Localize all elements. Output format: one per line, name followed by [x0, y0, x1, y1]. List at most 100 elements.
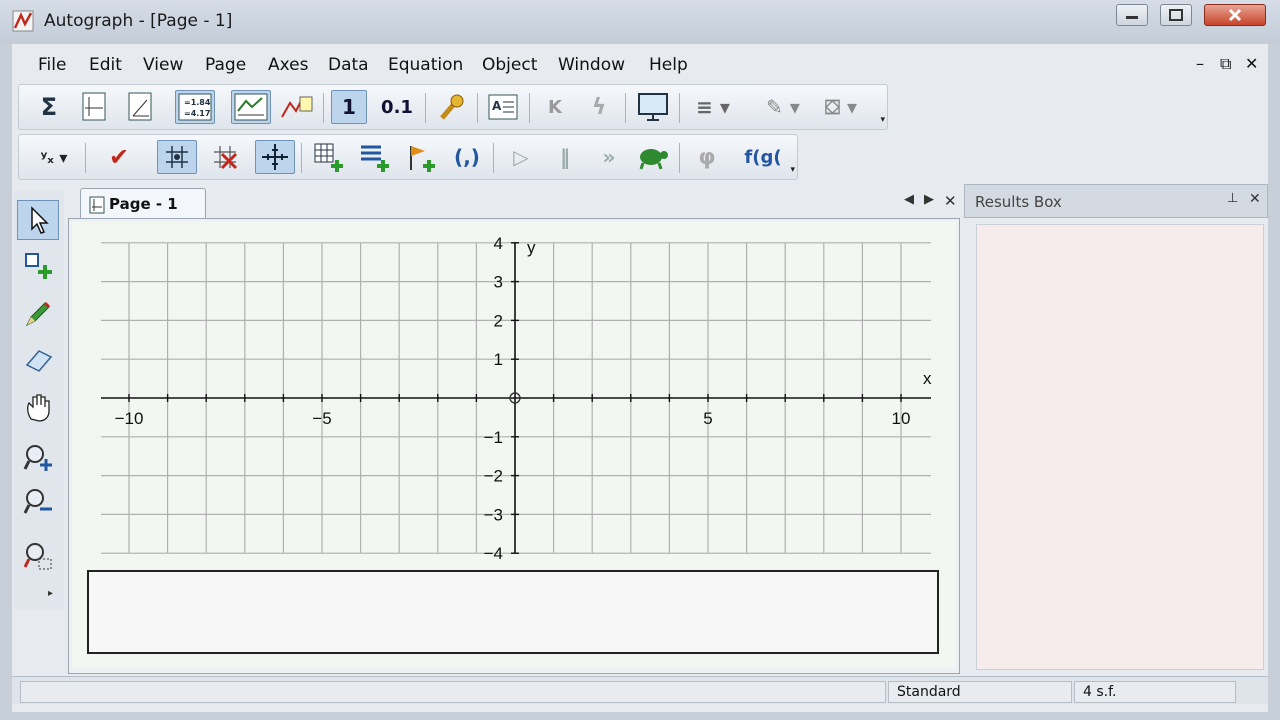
zoom-out-icon	[23, 489, 52, 514]
menu-window[interactable]: Window	[558, 55, 625, 75]
axes-grid-button[interactable]	[255, 140, 295, 174]
client-area: File Edit View Page Axes Data Equation O…	[12, 44, 1268, 712]
maximize-button[interactable]	[1160, 4, 1192, 26]
turtle-button[interactable]	[635, 140, 671, 174]
y-tick-label: 4	[494, 234, 503, 253]
tab-page-1[interactable]: Page - 1	[80, 188, 206, 218]
add-table-button[interactable]	[311, 140, 347, 174]
eraser-tool-button[interactable]	[17, 340, 59, 380]
menu-view[interactable]: View	[143, 55, 183, 75]
add-object-button[interactable]	[17, 246, 59, 286]
results-panel-header: Results Box ⊥ ✕	[964, 184, 1268, 218]
results-box[interactable]	[976, 224, 1264, 670]
pen-color-button[interactable]: ✎ ▾	[757, 90, 809, 124]
svg-text:A: A	[492, 99, 502, 113]
pin-icon[interactable]: ⊥	[1227, 191, 1238, 206]
animate-play-button[interactable]: ▷	[503, 140, 539, 174]
minimize-button[interactable]	[1116, 4, 1148, 26]
menu-equation[interactable]: Equation	[388, 55, 463, 75]
animate-pause-icon: ‖	[560, 145, 570, 169]
slideshow-button[interactable]	[633, 90, 673, 124]
fill-color-icon: ⛋ ▾	[824, 95, 858, 119]
text-box-button[interactable]: A	[485, 90, 521, 124]
mdi-close-button[interactable]: ✕	[1245, 54, 1258, 73]
x-tick-label: 5	[703, 409, 712, 428]
axis-label-button[interactable]: ʸₓ ▾	[29, 140, 79, 174]
delete-point-icon	[214, 146, 238, 170]
select-tool-button[interactable]	[17, 200, 59, 240]
constant-controller-button[interactable]: K	[537, 90, 573, 124]
coordinates-icon: (,)	[454, 145, 480, 169]
svg-text:=1.84: =1.84	[184, 98, 211, 107]
add-point-button[interactable]	[403, 140, 439, 174]
menu-object[interactable]: Object	[482, 55, 537, 75]
results-close-icon[interactable]: ✕	[1249, 191, 1261, 207]
new-graph-page-icon	[128, 92, 152, 121]
menu-edit[interactable]: Edit	[89, 55, 122, 75]
turtle-icon	[639, 149, 668, 170]
new-graph-page-button[interactable]	[123, 90, 159, 124]
composite-function-icon: f(g(	[744, 146, 782, 168]
new-2d-page-button[interactable]	[77, 90, 113, 124]
y-tick-label: 3	[494, 273, 503, 292]
add-list-button[interactable]	[357, 140, 393, 174]
page-icon	[89, 196, 105, 214]
left-toolbar-expand-icon[interactable]: ▸	[48, 588, 53, 599]
decimal-places-button[interactable]: 0.1	[377, 90, 417, 124]
zoom-out-button[interactable]	[17, 482, 59, 522]
toolbar2-options-icon[interactable]: ▾	[790, 165, 795, 175]
show-results-button[interactable]: =1.84 =4.17	[175, 90, 215, 124]
menu-help[interactable]: Help	[649, 55, 688, 75]
document-close-icon[interactable]: ✕	[944, 192, 957, 210]
composite-function-button[interactable]: f(g(	[739, 140, 787, 174]
new-2d-page-icon	[82, 92, 106, 121]
menu-page[interactable]: Page	[205, 55, 246, 75]
animate-fast-button[interactable]: »	[591, 140, 627, 174]
autograph-logo-icon	[12, 10, 34, 32]
snap-grid-button[interactable]	[157, 140, 197, 174]
status-bar: Standard 4 s.f.	[12, 676, 1268, 704]
hand-tool-button[interactable]	[17, 388, 59, 428]
close-button[interactable]	[1204, 4, 1266, 26]
phi-button[interactable]: φ	[689, 140, 725, 174]
data-grid-button[interactable]	[231, 90, 271, 124]
zoom-in-icon	[23, 445, 52, 471]
check-button[interactable]: ✔	[101, 140, 137, 174]
tab-prev-icon[interactable]: ◀	[904, 192, 914, 207]
menu-file[interactable]: File	[38, 55, 66, 75]
decimal-places-icon: 0.1	[381, 96, 413, 118]
status-sig-figs[interactable]: 4 s.f.	[1074, 681, 1236, 703]
settings-button[interactable]	[433, 90, 469, 124]
wrench-icon	[440, 94, 464, 120]
x-tick-label: −10	[115, 409, 144, 428]
delete-point-button[interactable]	[205, 140, 245, 174]
menu-axes[interactable]: Axes	[268, 55, 308, 75]
y-tick-label: −3	[484, 505, 503, 524]
mdi-minimize-button[interactable]: –	[1196, 54, 1204, 73]
tab-next-icon[interactable]: ▶	[924, 192, 934, 207]
line-style-button[interactable]: ≡ ▾	[687, 90, 739, 124]
status-mode[interactable]: Standard	[888, 681, 1072, 703]
add-point-icon	[410, 146, 435, 172]
menu-data[interactable]: Data	[328, 55, 369, 75]
y-tick-label: −1	[484, 428, 503, 447]
text-box-icon: A	[488, 94, 518, 120]
zoom-in-button[interactable]	[17, 438, 59, 478]
mdi-restore-button[interactable]: ⧉	[1220, 54, 1231, 74]
slideshow-icon	[638, 93, 668, 121]
key-legend-button[interactable]	[277, 90, 317, 124]
toolbar-options-icon[interactable]: ▾	[880, 115, 885, 125]
statistics-button[interactable]: Σ	[31, 90, 67, 124]
fill-color-button[interactable]: ⛋ ▾	[815, 90, 867, 124]
maximize-icon	[1169, 9, 1183, 21]
text-box[interactable]	[87, 570, 939, 654]
select-icon	[31, 206, 49, 234]
x-axis-label: x	[923, 369, 932, 388]
pencil-tool-button[interactable]	[17, 294, 59, 334]
zoom-box-button[interactable]	[17, 536, 59, 576]
coordinates-button[interactable]: (,)	[447, 140, 487, 174]
animate-pause-button[interactable]: ‖	[547, 140, 583, 174]
title-bar: Autograph - [Page - 1]	[0, 0, 1280, 44]
flash-button[interactable]: ϟ	[581, 90, 617, 124]
one-d-mode-button[interactable]: 1	[331, 90, 367, 124]
